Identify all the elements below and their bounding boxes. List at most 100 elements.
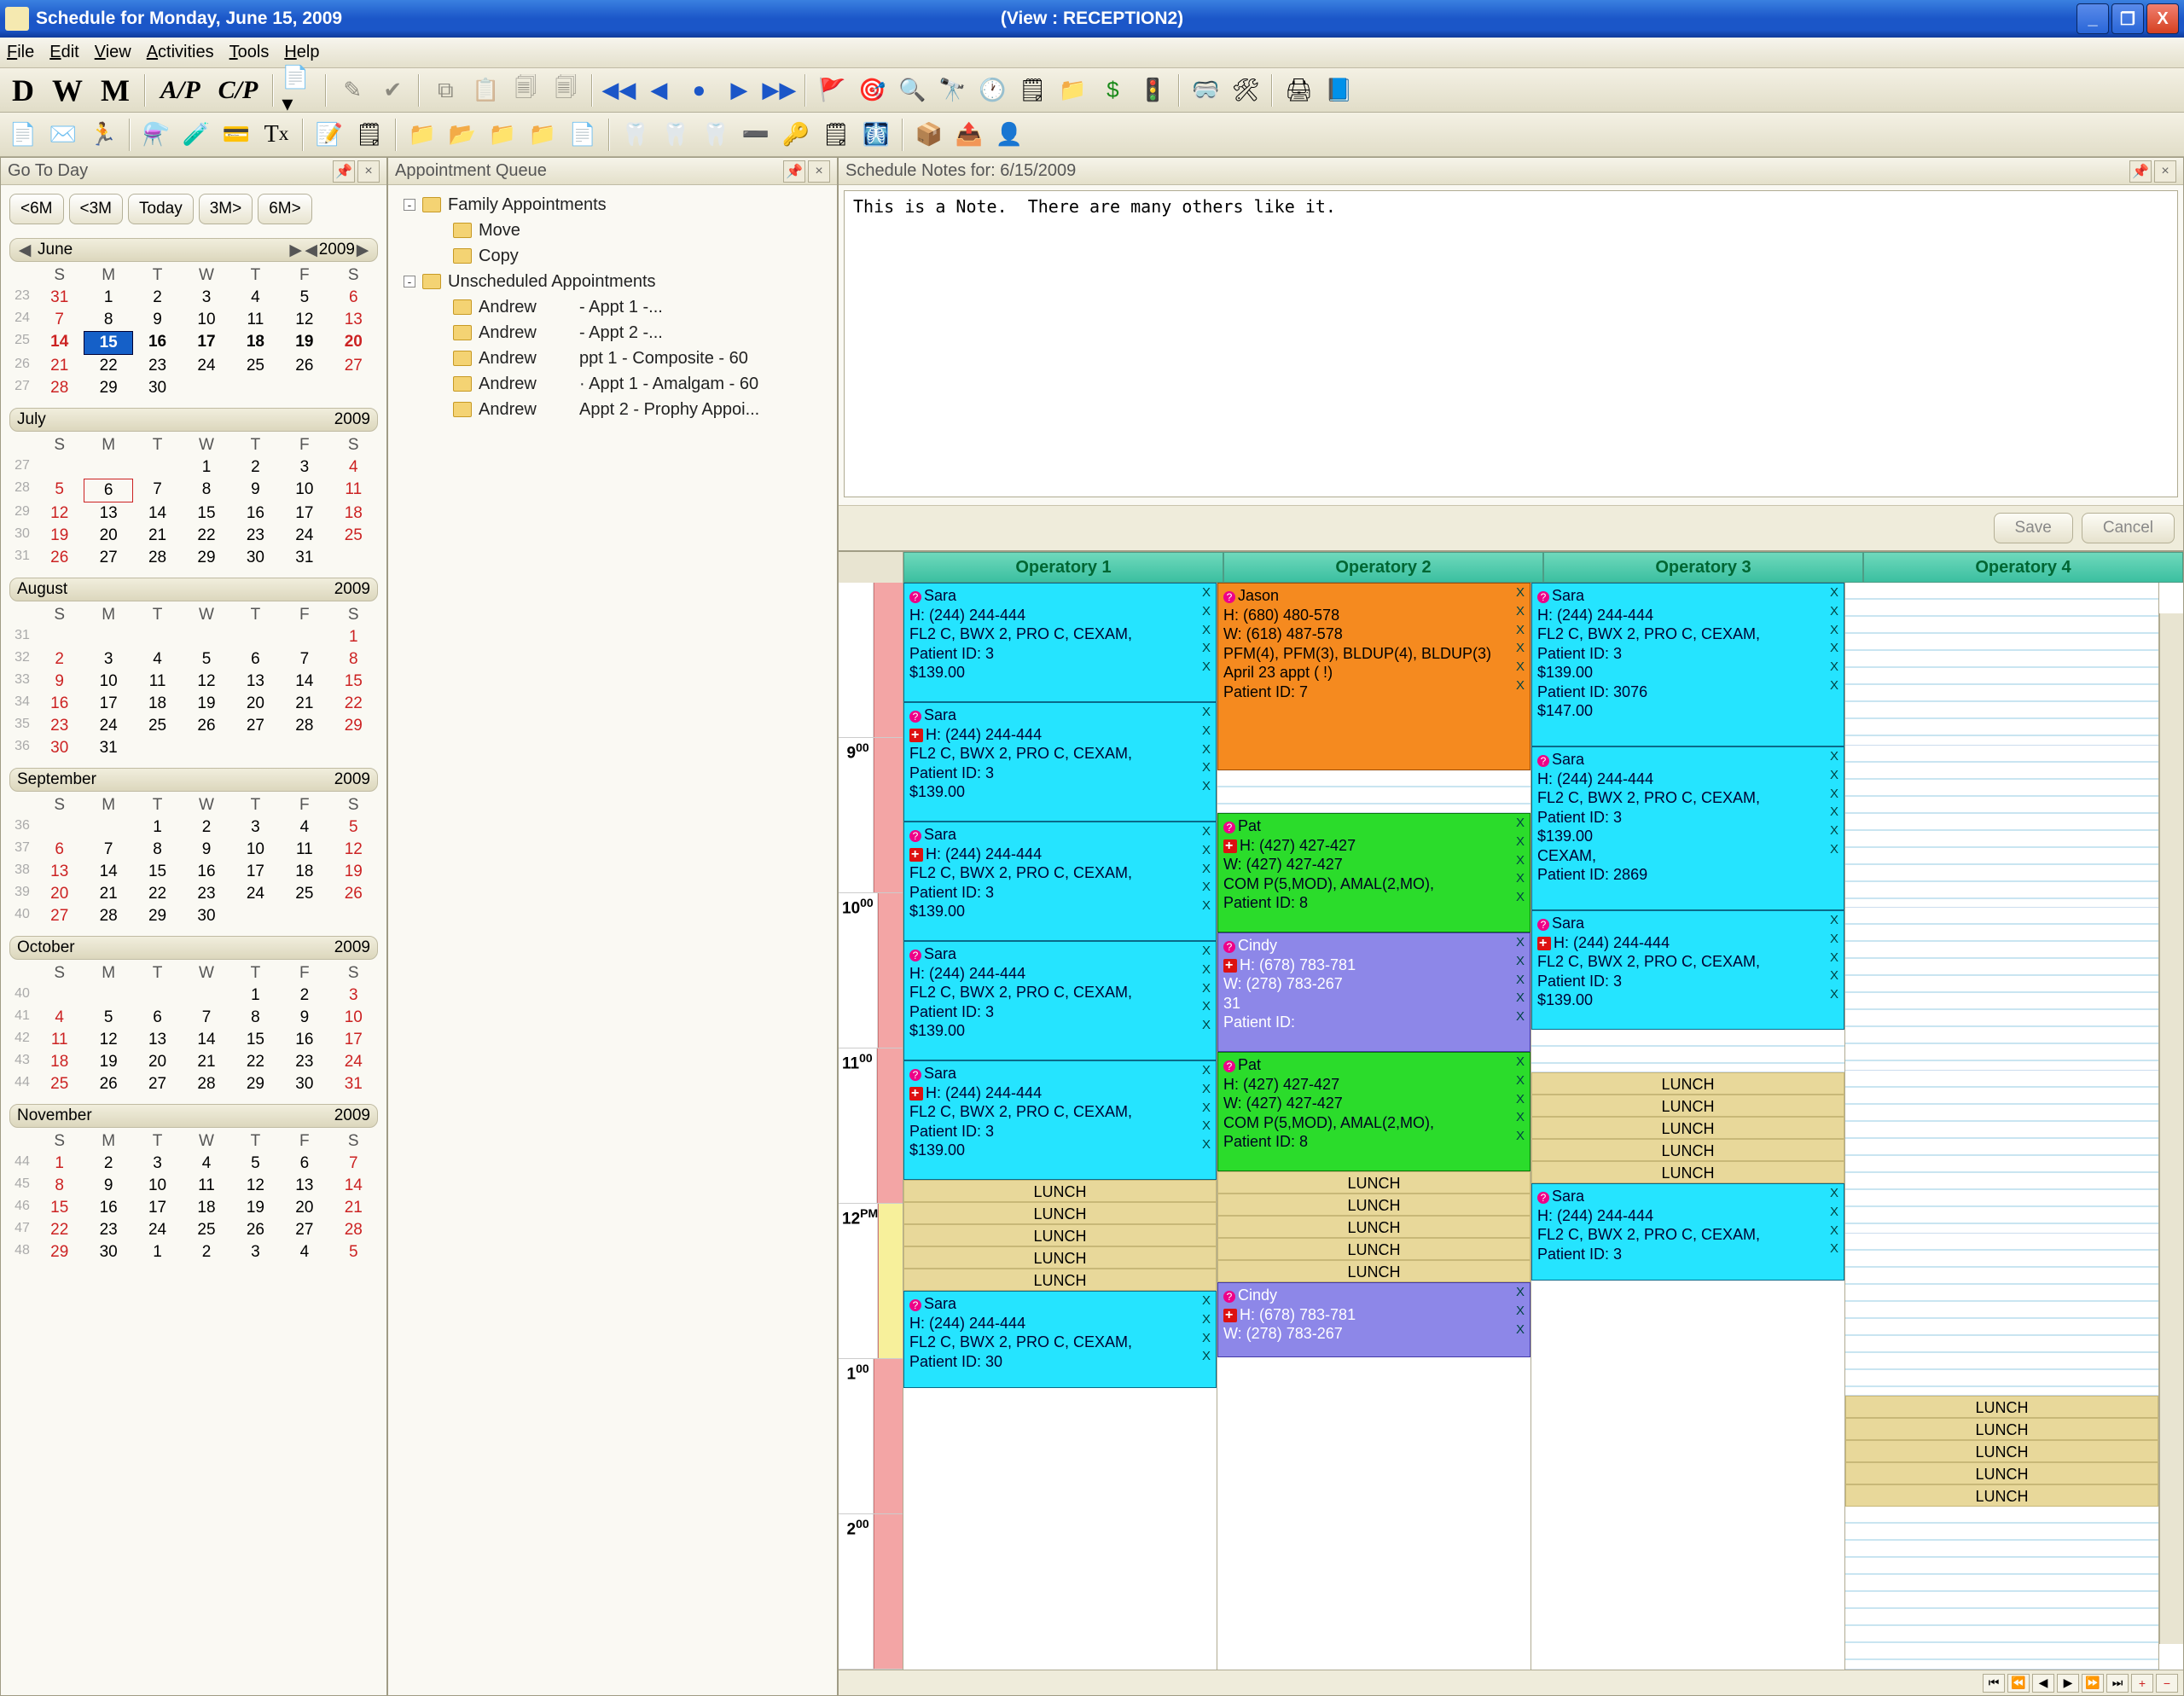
calendar-day[interactable]: 14 [35,331,84,355]
calendar-day[interactable]: 12 [84,1029,132,1051]
calendar-day[interactable]: 11 [329,479,378,502]
pin-icon[interactable]: 📌 [783,160,805,183]
calendar-day[interactable] [133,737,182,759]
calendar-day[interactable]: 11 [231,309,280,331]
tree-item[interactable]: Andrew- Appt 2 -... [395,320,830,346]
calendar-day[interactable] [231,626,280,648]
calendar-day[interactable]: 19 [231,1197,280,1219]
calendar-day[interactable]: 28 [280,715,328,737]
calendar-day[interactable]: 1 [133,816,182,839]
calendar-day[interactable]: 14 [84,861,132,883]
tree-item[interactable]: Copy [395,243,830,269]
appointment-block[interactable]: XXXXXX?SaraH: (244) 244-444FL2 C, BWX 2,… [1531,583,1844,746]
calendar-day[interactable]: 12 [182,671,230,693]
maximize-button[interactable]: ❐ [2111,3,2144,34]
calendar-day[interactable]: 18 [280,861,328,883]
tools-icon[interactable]: 🛠 [1228,73,1263,108]
box-icon[interactable]: 📦 [911,117,947,153]
menu-file[interactable]: File [7,43,34,62]
calendar-day[interactable]: 14 [182,1029,230,1051]
calendar-day[interactable]: 2 [133,287,182,309]
calendar-day[interactable]: 10 [182,309,230,331]
calendar-day[interactable]: 23 [231,525,280,547]
sticky-icon[interactable]: 🗒 [818,117,854,153]
calendar-day[interactable]: 5 [280,287,328,309]
footer-first-icon[interactable]: ⏮ [1983,1674,2005,1693]
calendar-day[interactable]: 1 [182,456,230,479]
operatory-header[interactable]: Operatory 3 [1543,552,1863,583]
calendar-day[interactable]: 16 [35,693,84,715]
calendar-day[interactable]: 1 [133,1241,182,1263]
calendar-day[interactable]: 21 [182,1051,230,1073]
appointment-block[interactable]: XXX?CindyH: (678) 783-781W: (278) 783-26… [1217,1282,1531,1357]
calendar-day[interactable]: 23 [35,715,84,737]
calendar-day[interactable]: 8 [133,839,182,861]
calendar-day[interactable]: 7 [329,1153,378,1175]
calendar-day[interactable]: 4 [329,456,378,479]
footer-play-icon[interactable]: ▶ [2057,1674,2079,1693]
calendar-day[interactable]: 13 [231,671,280,693]
user-icon[interactable]: 👤 [991,117,1027,153]
calendar-day[interactable]: 27 [133,1073,182,1095]
notes-save-button[interactable]: Save [1994,513,2073,543]
menu-help[interactable]: Help [284,43,319,62]
calendar-day[interactable]: 23 [182,883,230,905]
calendar-day[interactable]: 5 [84,1007,132,1029]
calendar-day[interactable]: 20 [280,1197,328,1219]
calendar-day[interactable]: 8 [35,1175,84,1197]
calendar-day[interactable]: 15 [231,1029,280,1051]
xray-icon[interactable]: 🩻 [858,117,894,153]
calendar-day[interactable]: 10 [329,1007,378,1029]
calendar-day[interactable]: 28 [182,1073,230,1095]
calendar-day[interactable]: 17 [182,331,230,355]
view-ap-button[interactable]: A/P [154,76,207,105]
calendar-day[interactable]: 22 [133,883,182,905]
calendar-day[interactable]: 4 [280,816,328,839]
calendar-day[interactable]: 9 [84,1175,132,1197]
nav-first-icon[interactable]: ◀◀ [601,73,636,108]
calendar-day[interactable]: 11 [35,1029,84,1051]
calendar-day[interactable]: 14 [133,502,182,525]
calendar-day[interactable]: 12 [280,309,328,331]
check-icon[interactable]: ✔ [375,73,410,108]
calendar-day[interactable]: 15 [35,1197,84,1219]
calendar-day[interactable]: 13 [280,1175,328,1197]
flask-icon[interactable]: 🧪 [178,117,214,153]
calendar-day[interactable]: 10 [231,839,280,861]
tree-item[interactable]: Move [395,218,830,243]
calendar-day[interactable] [133,456,182,479]
calendar-day[interactable]: 9 [35,671,84,693]
calendar-day[interactable]: 24 [84,715,132,737]
calendar-day[interactable]: 10 [84,671,132,693]
calendar-day[interactable]: 3 [231,1241,280,1263]
footer-rewind-icon[interactable]: ⏪ [2007,1674,2030,1693]
calendar-day[interactable]: 7 [280,648,328,671]
calendar-day[interactable]: 7 [182,1007,230,1029]
edit-icon[interactable]: ✎ [334,73,370,108]
calendar-day[interactable]: 16 [231,502,280,525]
goto-back-6m[interactable]: <6M [9,194,64,224]
view-cp-button[interactable]: C/P [212,76,265,105]
calendar-day[interactable]: 18 [231,331,280,355]
calendar-day[interactable]: 31 [329,1073,378,1095]
footer-minus-icon[interactable]: − [2156,1674,2178,1693]
card-icon[interactable]: 💳 [218,117,254,153]
docs-icon[interactable]: 🗐 [508,73,543,108]
clock-icon[interactable]: 🕐 [974,73,1010,108]
calendar-day[interactable]: 17 [133,1197,182,1219]
traffic-icon[interactable]: 🚦 [1135,73,1170,108]
calendar-day[interactable]: 1 [329,626,378,648]
nav-next-icon[interactable]: ▶ [721,73,757,108]
calendar-day[interactable]: 2 [280,984,328,1007]
notes-cancel-button[interactable]: Cancel [2082,513,2175,543]
calendar-day[interactable]: 25 [329,525,378,547]
calendar-day[interactable]: 27 [84,547,132,569]
calendar-day[interactable]: 2 [182,816,230,839]
calendar-day[interactable]: 22 [182,525,230,547]
nav-prev-icon[interactable]: ◀ [641,73,677,108]
calendar-day[interactable]: 1 [84,287,132,309]
calendar-day[interactable]: 6 [280,1153,328,1175]
calendar-day[interactable]: 11 [280,839,328,861]
tree-item[interactable]: -Unscheduled Appointments [395,269,830,294]
calendar-day[interactable]: 28 [84,905,132,927]
